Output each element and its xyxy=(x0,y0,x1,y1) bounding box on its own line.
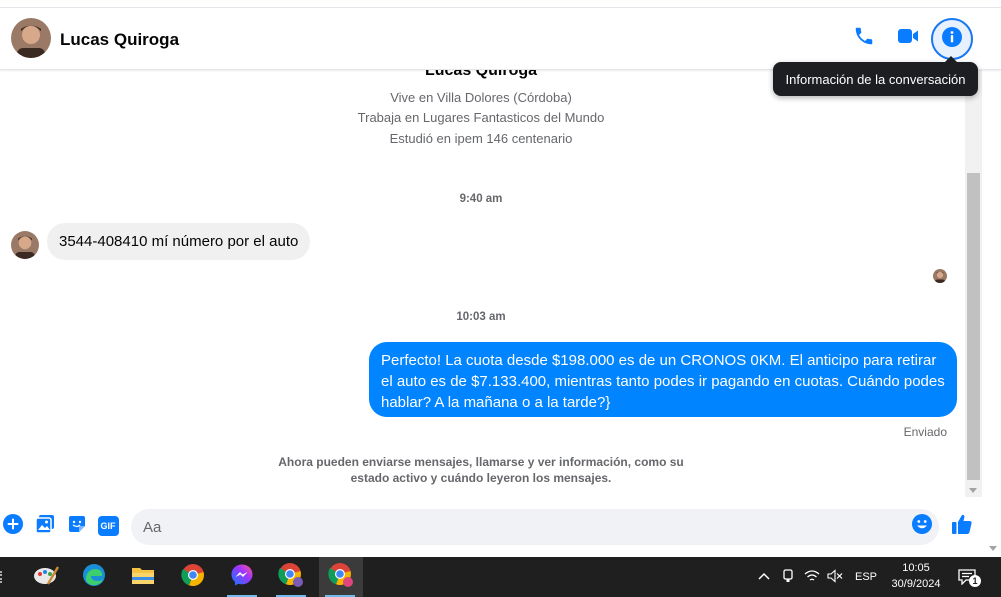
taskbar-edge-handle xyxy=(0,571,3,583)
gif-icon: GIF xyxy=(97,516,119,536)
chrome-active-icon xyxy=(328,562,354,593)
scroll-thumb[interactable] xyxy=(967,173,980,480)
scroll-down-arrow-icon[interactable] xyxy=(969,488,977,493)
outgoing-message[interactable]: Perfecto! La cuota desde $198.000 es de … xyxy=(369,342,957,417)
sticker-button[interactable] xyxy=(66,515,88,537)
profile-education: Estudió en ipem 146 centenario xyxy=(389,131,573,146)
windows-taskbar: ESP 10:05 30/9/2024 1 xyxy=(0,557,1001,597)
chrome-icon xyxy=(181,563,205,592)
edge-icon xyxy=(82,563,106,592)
message-list[interactable]: Lucas Quiroga Vive en Villa Dolores (Cór… xyxy=(0,70,965,495)
photo-gallery-icon xyxy=(35,514,55,539)
video-camera-icon xyxy=(896,25,920,52)
thumbs-up-icon xyxy=(951,513,973,540)
taskbar-clock[interactable]: 10:05 30/9/2024 xyxy=(880,560,952,592)
paint-icon xyxy=(33,564,60,591)
tray-volume-button[interactable] xyxy=(825,557,845,597)
message-timestamp: 10:03 am xyxy=(456,311,506,323)
tray-network-button[interactable] xyxy=(802,557,822,597)
messenger-window: Lucas Quiroga Información de la conversa… xyxy=(0,0,1001,557)
messenger-icon xyxy=(230,563,254,592)
usb-device-icon xyxy=(782,568,794,586)
contact-avatar[interactable] xyxy=(11,18,51,58)
incoming-message[interactable]: 3544-408410 mí número por el auto xyxy=(47,223,311,260)
notification-center-button[interactable]: 1 xyxy=(956,557,982,597)
profile-work: Trabaja en Lugares Fantasticos del Mundo xyxy=(357,110,605,125)
taskbar-app-file-explorer[interactable] xyxy=(122,557,164,597)
gif-label: GIF xyxy=(100,521,116,531)
attach-photo-button[interactable] xyxy=(34,514,56,539)
seen-indicator-avatar xyxy=(933,269,947,283)
taskbar-app-chrome-profile[interactable] xyxy=(270,557,312,597)
notification-count-badge: 1 xyxy=(969,575,981,587)
taskbar-app-messenger[interactable] xyxy=(221,557,263,597)
contact-name[interactable]: Lucas Quiroga xyxy=(60,30,179,50)
message-input[interactable] xyxy=(131,509,939,545)
info-tooltip: Información de la conversación xyxy=(773,56,978,96)
sticker-icon xyxy=(67,514,87,539)
chat-scrollbar[interactable] xyxy=(965,70,982,497)
conversation-info-button[interactable] xyxy=(931,18,973,60)
phone-icon xyxy=(853,25,875,52)
clock-time: 10:05 xyxy=(902,562,930,574)
top-strip xyxy=(0,0,1001,8)
info-icon xyxy=(941,26,963,53)
message-composer: GIF xyxy=(0,505,1001,549)
audio-call-button[interactable] xyxy=(850,24,878,52)
chrome-profile-icon xyxy=(278,562,304,593)
gif-button[interactable]: GIF xyxy=(97,515,119,537)
taskbar-app-paint[interactable] xyxy=(25,557,67,597)
emoji-button[interactable] xyxy=(911,513,933,539)
plus-circle-icon xyxy=(3,513,23,539)
more-actions-button[interactable] xyxy=(2,513,24,539)
tray-language-button[interactable]: ESP xyxy=(850,557,882,597)
video-call-button[interactable] xyxy=(894,24,922,52)
sender-avatar[interactable] xyxy=(11,231,39,259)
taskbar-app-chrome-active[interactable] xyxy=(319,557,363,597)
clock-date: 30/9/2024 xyxy=(891,578,941,590)
taskbar-app-chrome[interactable] xyxy=(172,557,214,597)
notification-icon: 1 xyxy=(958,567,981,587)
emoji-icon xyxy=(912,513,932,539)
chevron-up-icon xyxy=(758,571,770,583)
window-scroll-down-icon[interactable] xyxy=(989,546,997,551)
privacy-notice: Ahora pueden enviarse mensajes, llamarse… xyxy=(278,455,684,485)
sent-status: Enviado xyxy=(903,425,947,439)
conversation-header: Lucas Quiroga xyxy=(0,8,1001,70)
message-timestamp: 9:40 am xyxy=(459,193,503,205)
send-like-button[interactable] xyxy=(950,514,974,538)
volume-muted-icon xyxy=(827,568,843,586)
taskbar-app-edge[interactable] xyxy=(73,557,115,597)
tray-usb-device-button[interactable] xyxy=(778,557,798,597)
wifi-icon xyxy=(804,569,820,586)
file-explorer-icon xyxy=(131,564,155,591)
show-hidden-icons-button[interactable] xyxy=(754,557,774,597)
